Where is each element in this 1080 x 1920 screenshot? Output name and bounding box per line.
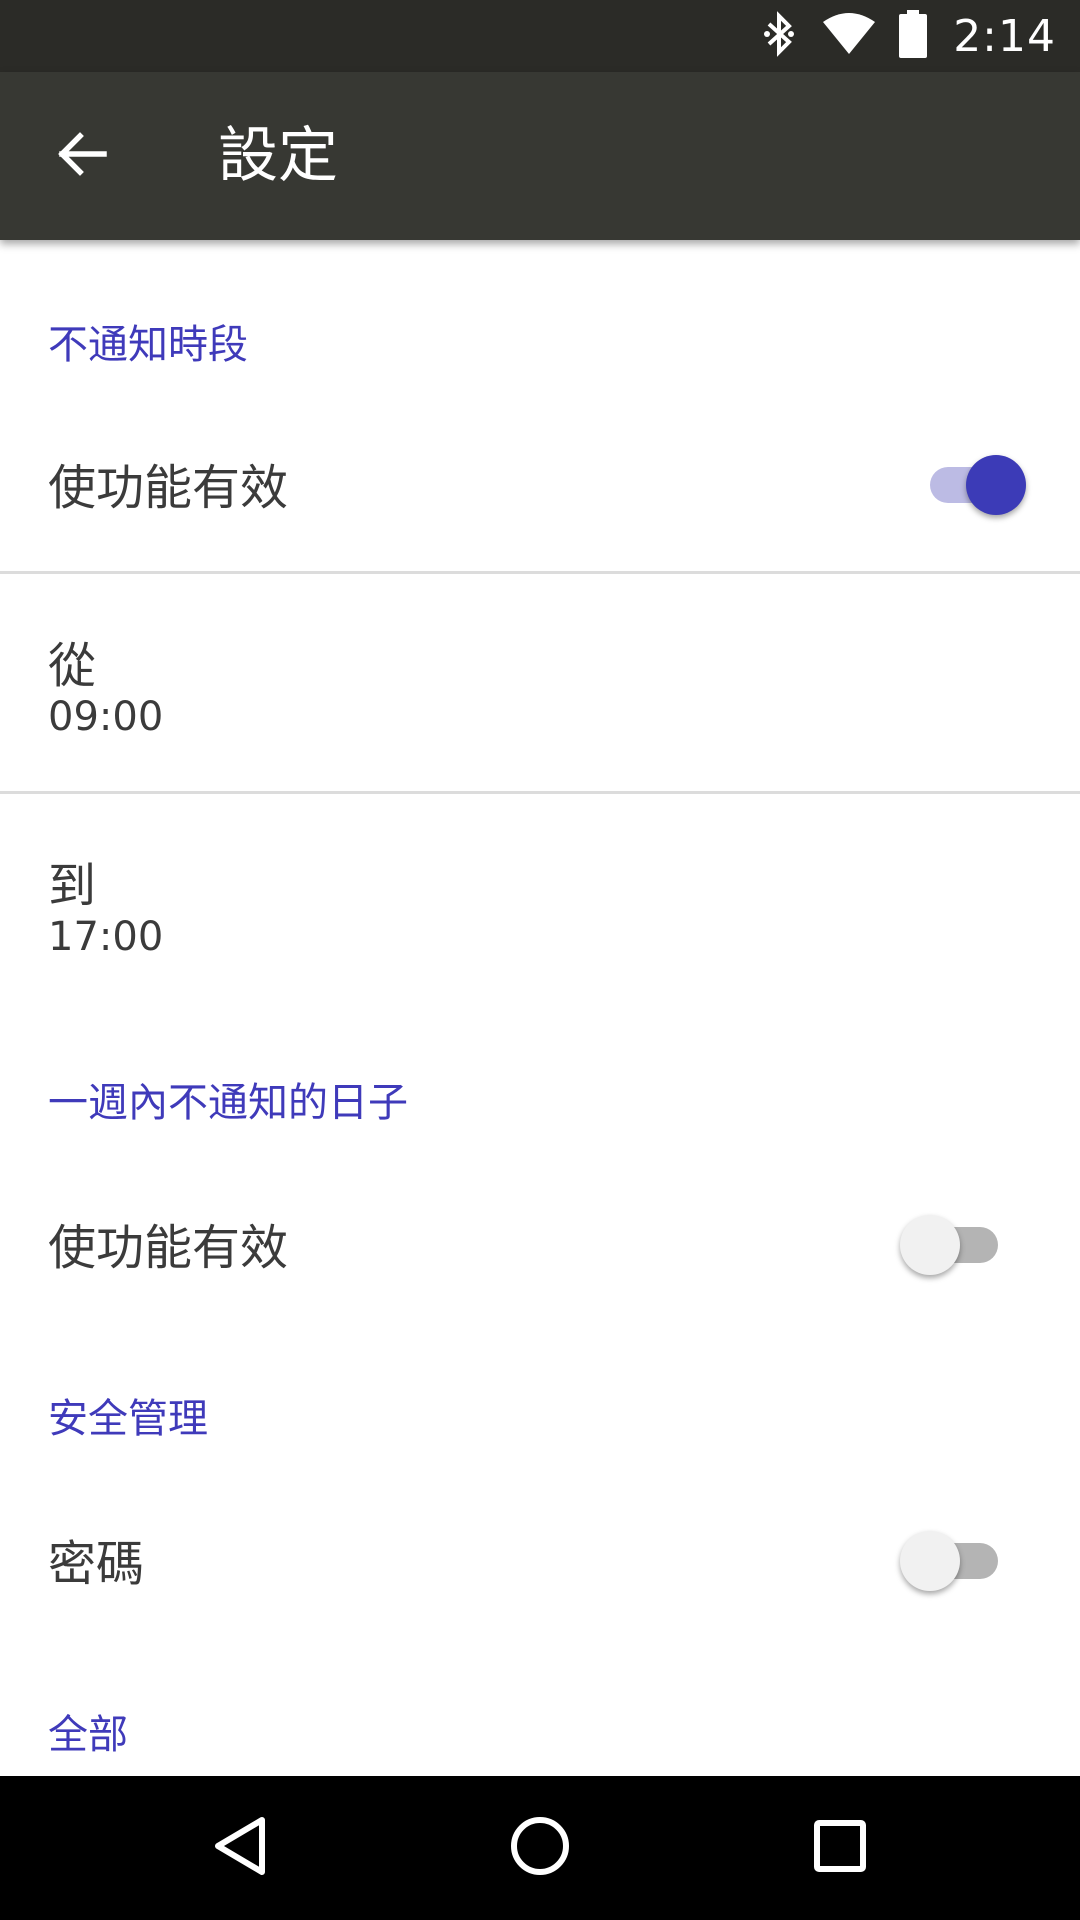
navigation-bar	[0, 1776, 1080, 1920]
pref-summary: 09:00	[48, 694, 164, 740]
section-header-security: 安全管理	[48, 1396, 208, 1442]
wifi-icon	[821, 12, 877, 60]
password-switch[interactable]	[900, 1526, 1010, 1596]
pref-quiet-hours-enable[interactable]: 使功能有效	[0, 410, 1080, 560]
nav-recents-button[interactable]	[792, 1800, 888, 1896]
back-button[interactable]	[40, 114, 124, 198]
status-icons: 2:14	[737, 0, 1056, 72]
pref-title: 使功能有效	[48, 460, 289, 516]
status-time: 2:14	[953, 10, 1056, 62]
quiet-hours-switch[interactable]	[916, 450, 1026, 520]
page-title: 設定	[218, 121, 338, 191]
settings-list: 不通知時段 使功能有效 從 09:00 到 17:00 一週內不通知的日子 使功…	[0, 240, 1080, 1776]
section-header-quiet-hours: 不通知時段	[48, 322, 248, 368]
pref-title: 使功能有效	[48, 1220, 289, 1276]
recents-square-icon	[810, 1816, 870, 1880]
app-bar: 設定	[0, 72, 1080, 240]
pref-summary: 17:00	[48, 914, 164, 960]
status-bar: 2:14	[0, 0, 1080, 72]
section-header-quiet-days: 一週內不通知的日子	[48, 1080, 408, 1126]
battery-icon	[899, 10, 928, 62]
switch-thumb	[966, 455, 1026, 515]
pref-quiet-days-enable[interactable]: 使功能有效	[0, 1170, 1080, 1320]
pref-to-time[interactable]: 到 17:00	[0, 794, 1080, 1010]
pref-title: 密碼	[48, 1536, 145, 1592]
home-circle-icon	[508, 1814, 572, 1882]
bluetooth-icon	[759, 10, 799, 62]
switch-thumb	[900, 1531, 960, 1591]
pref-title: 到	[48, 858, 97, 914]
switch-thumb	[900, 1215, 960, 1275]
nav-back-button[interactable]	[192, 1800, 288, 1896]
pref-password[interactable]: 密碼	[0, 1486, 1080, 1636]
arrow-back-icon	[56, 128, 108, 184]
section-header-all: 全部	[48, 1712, 128, 1758]
pref-from-time[interactable]: 從 09:00	[0, 574, 1080, 790]
back-triangle-icon	[210, 1814, 270, 1882]
pref-title: 從	[48, 638, 97, 694]
nav-home-button[interactable]	[492, 1800, 588, 1896]
quiet-days-switch[interactable]	[900, 1210, 1010, 1280]
